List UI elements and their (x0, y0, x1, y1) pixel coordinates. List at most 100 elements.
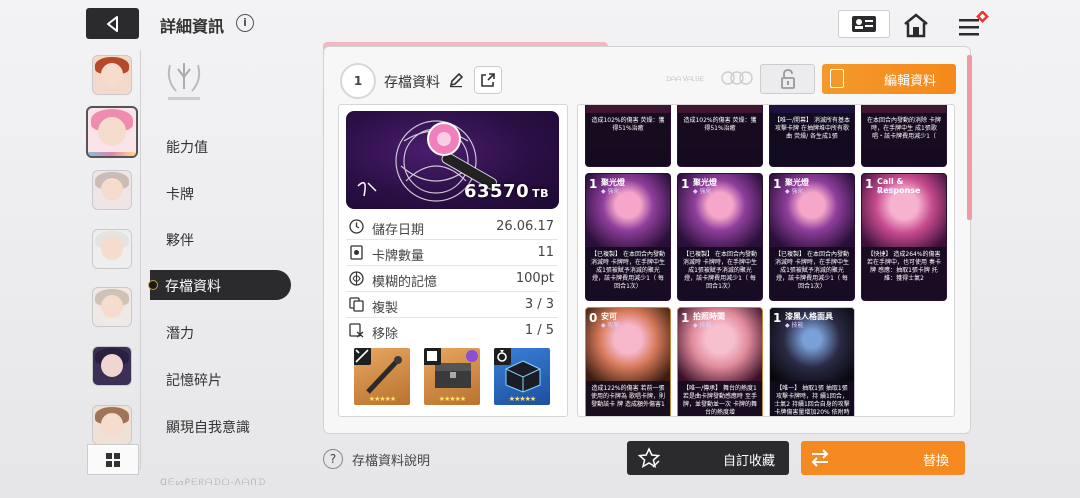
remove-icon (349, 323, 364, 338)
watermark: ᗡᗴᔕᑭᗴᖇᗩᗪᗝ-ᐱᗩᑎᗪ (160, 478, 267, 488)
lock-button[interactable] (760, 64, 815, 94)
card-effect-text: 造成102%的傷害 荧燥：獲得51%治癒 (678, 113, 762, 166)
rings-decoration-icon (721, 71, 753, 85)
card-effect-text: 【快捷】 造成264%的傷害 若在手牌中，也可使用 奏卡牌 感應：抽取1張卡牌 … (862, 247, 946, 300)
savedata-help-link[interactable]: 存檔資料說明 (352, 450, 430, 469)
decorative-microtext: ᗪᗩᗩ ᐯᗩᒪᑌᗴ (666, 76, 704, 83)
stat-vague-memory: 模糊的記憶 100pt (346, 269, 558, 291)
card-effect-text: 【唯一/傳承】 舞台的熱度1 若是曲卡牌發動感應時 至手牌，並發動並一次 卡牌的… (678, 381, 762, 416)
stat-value: 3 / 3 (524, 297, 554, 312)
divider (346, 291, 558, 292)
tb-value: 63570 (463, 181, 530, 202)
card-item[interactable]: 0 安可 ◆ 攻擊 造成122%的傷害 若前一張使用的卡牌為 歌唱卡牌，則發動該… (585, 307, 671, 416)
card-item[interactable]: 在本回合內發動的消除 卡牌時，在手牌中生 成1張歌唱・該卡牌費用減少1（ (861, 105, 947, 167)
unlocked-padlock-icon (780, 69, 795, 89)
card-type: ◆ 強化 (693, 188, 712, 195)
equipment-accessory[interactable]: ★★★★★ (494, 348, 550, 405)
card-item[interactable]: 1 漆黑人格面具 ◆ 技能 【唯一】 抽取1張 抽取1張攻擊卡牌時，持 續1回合… (769, 307, 855, 416)
pencil-icon[interactable] (448, 72, 464, 88)
share-icon (481, 73, 495, 87)
custom-favorite-button[interactable]: 自訂收藏 (627, 441, 789, 475)
page-title: 詳細資訊 (160, 17, 225, 36)
menu-savedata-active[interactable]: 存檔資料 (148, 270, 291, 300)
stat-remove: 移除 1 / 5 (346, 321, 558, 343)
menu-partner[interactable]: 夥伴 (166, 230, 194, 250)
home-button[interactable] (900, 10, 932, 40)
profile-card-button[interactable] (838, 10, 890, 38)
card-cost: 1 (773, 177, 782, 191)
card-cost: 1 (589, 177, 598, 191)
menu-cards[interactable]: 卡牌 (166, 184, 194, 204)
stat-save-date: 儲存日期 26.06.17 (346, 217, 558, 239)
card-item[interactable]: 1 Call & Response ◆ 攻擊 【快捷】 造成264%的傷害 若在… (861, 173, 947, 301)
stat-value: 26.06.17 (496, 219, 554, 234)
card-item[interactable]: 造成102%的傷害 荧燥：獲得51%治癒 (585, 105, 671, 167)
grid-view-button[interactable] (87, 444, 139, 475)
edit-card-icon (830, 69, 844, 88)
character-avatar-1[interactable] (92, 55, 132, 95)
stat-label: 移除 (372, 327, 399, 342)
savedata-banner: 63570 TB (346, 111, 559, 209)
swap-arrows-icon (811, 449, 829, 467)
card-type: ◆ 技能 (785, 322, 804, 329)
clock-icon (349, 219, 364, 234)
card-effect-text: 【已複製】 在本回合內發動消滅時 卡牌時，在手牌中生 成1張被賦予消滅的聚光 燈… (678, 247, 762, 300)
card-effect-text: 在本回合內發動的消除 卡牌時，在手牌中生 成1張歌唱・該卡牌費用減少1（ (862, 113, 946, 166)
grid-icon (106, 452, 120, 467)
card-item[interactable]: 1 拍照時間 ◆ 技能 【唯一/傳承】 舞台的熱度1 若是曲卡牌發動感應時 至手… (677, 307, 763, 416)
stat-label: 儲存日期 (372, 223, 425, 238)
stat-value: 1 / 5 (524, 323, 554, 338)
card-item[interactable]: 【唯一/開幕】 消滅所有基本攻擊卡牌 在抽牌堆中所有歌曲 荧燥/ 各生成1張 (769, 105, 855, 167)
card-list: 造成102%的傷害 荧燥：獲得51%治癒 造成102%的傷害 荧燥：獲得51%治… (577, 104, 955, 417)
card-cost: 1 (773, 311, 782, 325)
card-item[interactable]: 造成102%的傷害 荧燥：獲得51%治癒 (677, 105, 763, 167)
rarity-stars: ★★★★★ (508, 395, 536, 403)
character-avatar-7[interactable] (92, 405, 132, 445)
menu-ego-manifest[interactable]: 顯現自我意識 (166, 417, 250, 437)
share-button[interactable] (474, 66, 502, 94)
character-avatar-5[interactable] (92, 287, 132, 327)
info-icon[interactable]: i (236, 14, 254, 32)
stat-card-count: 卡牌數量 11 (346, 243, 558, 265)
slot-number: 1 (353, 74, 363, 88)
character-avatar-2-selected[interactable] (86, 106, 138, 158)
edit-data-label: 編輯資料 (884, 74, 937, 89)
card-icon (350, 245, 363, 260)
back-button[interactable] (86, 8, 139, 39)
stat-value: 11 (537, 245, 554, 260)
armor-slot-tag (424, 348, 441, 365)
copy-icon (349, 297, 364, 312)
card-cost: 0 (589, 311, 598, 325)
card-type: ◆ 技能 (693, 322, 712, 329)
character-avatar-4[interactable] (92, 229, 132, 269)
equipment-weapon[interactable]: ★★★★★ (354, 348, 410, 405)
menu-savedata-label: 存檔資料 (165, 279, 221, 295)
rarity-stars: ★★★★★ (368, 395, 396, 403)
edit-data-button[interactable]: 編輯資料 (822, 64, 956, 94)
main-menu-button[interactable] (955, 10, 991, 40)
menu-memory-fragments[interactable]: 記憶碎片 (166, 370, 222, 390)
help-icon[interactable]: ? (323, 449, 343, 469)
equipment-armor[interactable]: ★★★★★ (424, 348, 480, 405)
divider (346, 265, 558, 266)
card-item[interactable]: 1 聚光燈 ◆ 強化 【已複製】 在本回合內發動消滅時 卡牌時，在手牌中生 成1… (677, 173, 763, 301)
menu-stats[interactable]: 能力值 (166, 137, 208, 157)
id-card-icon (852, 16, 876, 32)
swap-button[interactable]: 替換 (801, 441, 965, 475)
stat-label: 卡牌數量 (372, 249, 425, 264)
laurel-emblem-icon (167, 63, 201, 100)
hamburger-menu-icon (959, 11, 989, 36)
stat-value: 100pt (515, 271, 554, 286)
memory-icon (349, 271, 364, 286)
card-type: ◆ 強化 (601, 188, 620, 195)
card-effect-text: 造成122%的傷害 若前一張使用的卡牌為 歌唱卡牌，則發動該卡 牌 造成額外傷害… (586, 381, 670, 416)
card-effect-text: 【唯一】 抽取1張 抽取1張攻擊卡牌時，持 續1回合，士氣2 持續1回合自身的攻… (770, 381, 854, 416)
card-cost: 1 (681, 177, 690, 191)
card-item[interactable]: 1 聚光燈 ◆ 強化 【已複製】 在本回合內發動消滅時 卡牌時，在手牌中生 成1… (769, 173, 855, 301)
divider (346, 239, 558, 240)
character-avatar-6[interactable] (92, 346, 132, 386)
card-item[interactable]: 1 聚光燈 ◆ 強化 【已複製】 在本回合內發動消滅時 卡牌時，在手牌中生 成1… (585, 173, 671, 301)
menu-potential[interactable]: 潛力 (166, 323, 194, 343)
character-avatar-3[interactable] (92, 170, 132, 210)
rail-divider (140, 50, 141, 470)
